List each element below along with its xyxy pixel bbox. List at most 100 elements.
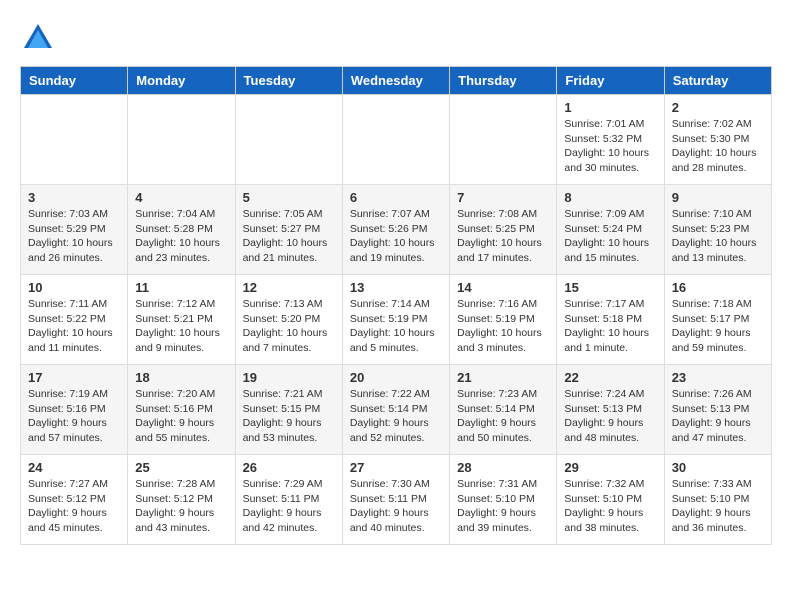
calendar-week-row: 24 Sunrise: 7:27 AM Sunset: 5:12 PM Dayli… bbox=[21, 455, 772, 545]
day-info: Sunrise: 7:30 AM Sunset: 5:11 PM Dayligh… bbox=[350, 477, 442, 536]
logo-icon bbox=[20, 20, 56, 56]
day-info: Sunrise: 7:02 AM Sunset: 5:30 PM Dayligh… bbox=[672, 117, 764, 176]
calendar-cell: 15 Sunrise: 7:17 AM Sunset: 5:18 PM Dayli… bbox=[557, 275, 664, 365]
calendar-header: SundayMondayTuesdayWednesdayThursdayFrid… bbox=[21, 67, 772, 95]
calendar-cell: 4 Sunrise: 7:04 AM Sunset: 5:28 PM Daylig… bbox=[128, 185, 235, 275]
day-number: 20 bbox=[350, 370, 442, 385]
calendar-cell: 26 Sunrise: 7:29 AM Sunset: 5:11 PM Dayli… bbox=[235, 455, 342, 545]
day-info: Sunrise: 7:29 AM Sunset: 5:11 PM Dayligh… bbox=[243, 477, 335, 536]
day-number: 16 bbox=[672, 280, 764, 295]
logo bbox=[20, 20, 62, 56]
calendar-cell: 28 Sunrise: 7:31 AM Sunset: 5:10 PM Dayli… bbox=[450, 455, 557, 545]
day-info: Sunrise: 7:24 AM Sunset: 5:13 PM Dayligh… bbox=[564, 387, 656, 446]
calendar-cell: 10 Sunrise: 7:11 AM Sunset: 5:22 PM Dayli… bbox=[21, 275, 128, 365]
day-info: Sunrise: 7:22 AM Sunset: 5:14 PM Dayligh… bbox=[350, 387, 442, 446]
day-info: Sunrise: 7:12 AM Sunset: 5:21 PM Dayligh… bbox=[135, 297, 227, 356]
day-info: Sunrise: 7:13 AM Sunset: 5:20 PM Dayligh… bbox=[243, 297, 335, 356]
day-info: Sunrise: 7:27 AM Sunset: 5:12 PM Dayligh… bbox=[28, 477, 120, 536]
day-info: Sunrise: 7:11 AM Sunset: 5:22 PM Dayligh… bbox=[28, 297, 120, 356]
day-number: 9 bbox=[672, 190, 764, 205]
day-info: Sunrise: 7:16 AM Sunset: 5:19 PM Dayligh… bbox=[457, 297, 549, 356]
day-info: Sunrise: 7:09 AM Sunset: 5:24 PM Dayligh… bbox=[564, 207, 656, 266]
day-number: 27 bbox=[350, 460, 442, 475]
calendar-cell: 18Sunrise: 7:20 AM Sunset: 5:16 PM Dayli… bbox=[128, 365, 235, 455]
day-info: Sunrise: 7:19 AM Sunset: 5:16 PM Dayligh… bbox=[28, 387, 120, 446]
calendar-body: 1 Sunrise: 7:01 AM Sunset: 5:32 PM Daylig… bbox=[21, 95, 772, 545]
day-number: 2 bbox=[672, 100, 764, 115]
calendar-cell: 16 Sunrise: 7:18 AM Sunset: 5:17 PM Dayli… bbox=[664, 275, 771, 365]
day-number: 7 bbox=[457, 190, 549, 205]
day-number: 19 bbox=[243, 370, 335, 385]
calendar-cell: 14 Sunrise: 7:16 AM Sunset: 5:19 PM Dayli… bbox=[450, 275, 557, 365]
day-info: Sunrise: 7:14 AM Sunset: 5:19 PM Dayligh… bbox=[350, 297, 442, 356]
calendar-cell: 7 Sunrise: 7:08 AM Sunset: 5:25 PM Daylig… bbox=[450, 185, 557, 275]
weekday-header: Sunday bbox=[21, 67, 128, 95]
page-header bbox=[20, 20, 772, 56]
day-info: Sunrise: 7:31 AM Sunset: 5:10 PM Dayligh… bbox=[457, 477, 549, 536]
weekday-header: Friday bbox=[557, 67, 664, 95]
calendar-cell: 30 Sunrise: 7:33 AM Sunset: 5:10 PM Dayli… bbox=[664, 455, 771, 545]
day-info: Sunrise: 7:23 AM Sunset: 5:14 PM Dayligh… bbox=[457, 387, 549, 446]
calendar-cell: 25Sunrise: 7:28 AM Sunset: 5:12 PM Dayli… bbox=[128, 455, 235, 545]
day-info: Sunrise: 7:04 AM Sunset: 5:28 PM Dayligh… bbox=[135, 207, 227, 266]
day-number: 4 bbox=[135, 190, 227, 205]
day-info: Sunrise: 7:07 AM Sunset: 5:26 PM Dayligh… bbox=[350, 207, 442, 266]
calendar-cell: 17 Sunrise: 7:19 AM Sunset: 5:16 PM Dayli… bbox=[21, 365, 128, 455]
weekday-header: Wednesday bbox=[342, 67, 449, 95]
calendar-week-row: 17 Sunrise: 7:19 AM Sunset: 5:16 PM Dayli… bbox=[21, 365, 772, 455]
day-number: 13 bbox=[350, 280, 442, 295]
day-info: Sunrise: 7:05 AM Sunset: 5:27 PM Dayligh… bbox=[243, 207, 335, 266]
day-number: 14 bbox=[457, 280, 549, 295]
day-number: 26 bbox=[243, 460, 335, 475]
calendar-cell: 19 Sunrise: 7:21 AM Sunset: 5:15 PM Dayli… bbox=[235, 365, 342, 455]
day-number: 12 bbox=[243, 280, 335, 295]
calendar-cell: 21 Sunrise: 7:23 AM Sunset: 5:14 PM Dayli… bbox=[450, 365, 557, 455]
day-number: 18 bbox=[135, 370, 227, 385]
calendar-cell: 2 Sunrise: 7:02 AM Sunset: 5:30 PM Daylig… bbox=[664, 95, 771, 185]
day-number: 8 bbox=[564, 190, 656, 205]
day-number: 21 bbox=[457, 370, 549, 385]
day-number: 28 bbox=[457, 460, 549, 475]
day-info: Sunrise: 7:01 AM Sunset: 5:32 PM Dayligh… bbox=[564, 117, 656, 176]
weekday-header: Tuesday bbox=[235, 67, 342, 95]
day-info: Sunrise: 7:28 AM Sunset: 5:12 PM Dayligh… bbox=[135, 477, 227, 536]
calendar-table: SundayMondayTuesdayWednesdayThursdayFrid… bbox=[20, 66, 772, 545]
day-info: Sunrise: 7:17 AM Sunset: 5:18 PM Dayligh… bbox=[564, 297, 656, 356]
calendar-cell bbox=[128, 95, 235, 185]
day-info: Sunrise: 7:03 AM Sunset: 5:29 PM Dayligh… bbox=[28, 207, 120, 266]
calendar-cell bbox=[450, 95, 557, 185]
calendar-cell: 24 Sunrise: 7:27 AM Sunset: 5:12 PM Dayli… bbox=[21, 455, 128, 545]
calendar-week-row: 10 Sunrise: 7:11 AM Sunset: 5:22 PM Dayli… bbox=[21, 275, 772, 365]
calendar-cell bbox=[21, 95, 128, 185]
day-number: 30 bbox=[672, 460, 764, 475]
day-info: Sunrise: 7:10 AM Sunset: 5:23 PM Dayligh… bbox=[672, 207, 764, 266]
calendar-cell: 23Sunrise: 7:26 AM Sunset: 5:13 PM Dayli… bbox=[664, 365, 771, 455]
calendar-cell: 12 Sunrise: 7:13 AM Sunset: 5:20 PM Dayli… bbox=[235, 275, 342, 365]
day-number: 15 bbox=[564, 280, 656, 295]
day-number: 10 bbox=[28, 280, 120, 295]
day-number: 3 bbox=[28, 190, 120, 205]
day-number: 5 bbox=[243, 190, 335, 205]
calendar-cell: 6 Sunrise: 7:07 AM Sunset: 5:26 PM Daylig… bbox=[342, 185, 449, 275]
day-info: Sunrise: 7:21 AM Sunset: 5:15 PM Dayligh… bbox=[243, 387, 335, 446]
calendar-cell: 20 Sunrise: 7:22 AM Sunset: 5:14 PM Dayli… bbox=[342, 365, 449, 455]
day-info: Sunrise: 7:08 AM Sunset: 5:25 PM Dayligh… bbox=[457, 207, 549, 266]
calendar-cell: 11 Sunrise: 7:12 AM Sunset: 5:21 PM Dayli… bbox=[128, 275, 235, 365]
calendar-cell bbox=[235, 95, 342, 185]
day-number: 11 bbox=[135, 280, 227, 295]
day-number: 1 bbox=[564, 100, 656, 115]
day-info: Sunrise: 7:26 AM Sunset: 5:13 PM Dayligh… bbox=[672, 387, 764, 446]
day-number: 24 bbox=[28, 460, 120, 475]
day-number: 22 bbox=[564, 370, 656, 385]
calendar-cell: 29Sunrise: 7:32 AM Sunset: 5:10 PM Dayli… bbox=[557, 455, 664, 545]
calendar-cell: 5 Sunrise: 7:05 AM Sunset: 5:27 PM Daylig… bbox=[235, 185, 342, 275]
day-info: Sunrise: 7:18 AM Sunset: 5:17 PM Dayligh… bbox=[672, 297, 764, 356]
day-number: 6 bbox=[350, 190, 442, 205]
calendar-week-row: 1 Sunrise: 7:01 AM Sunset: 5:32 PM Daylig… bbox=[21, 95, 772, 185]
calendar-cell: 22 Sunrise: 7:24 AM Sunset: 5:13 PM Dayli… bbox=[557, 365, 664, 455]
calendar-cell: 3 Sunrise: 7:03 AM Sunset: 5:29 PM Daylig… bbox=[21, 185, 128, 275]
calendar-cell: 13 Sunrise: 7:14 AM Sunset: 5:19 PM Dayli… bbox=[342, 275, 449, 365]
day-info: Sunrise: 7:33 AM Sunset: 5:10 PM Dayligh… bbox=[672, 477, 764, 536]
day-info: Sunrise: 7:32 AM Sunset: 5:10 PM Dayligh… bbox=[564, 477, 656, 536]
day-number: 17 bbox=[28, 370, 120, 385]
